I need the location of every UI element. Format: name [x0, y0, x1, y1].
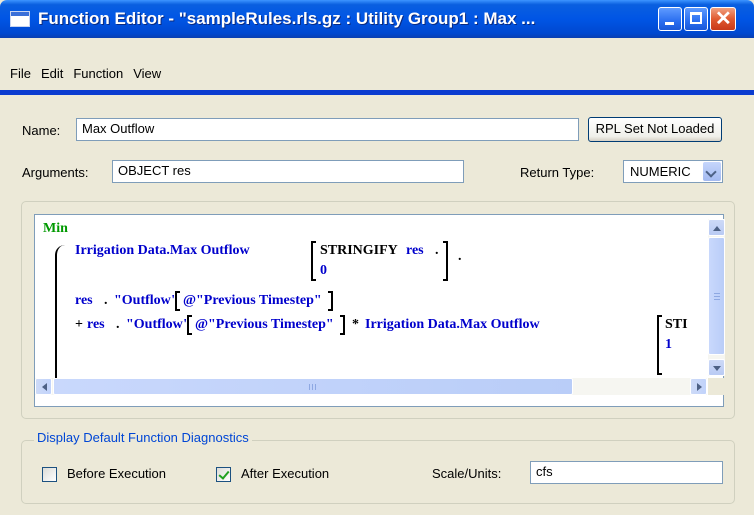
close-button[interactable]: ✕: [710, 7, 736, 31]
code-stringify[interactable]: STRINGIFY: [320, 243, 398, 259]
scrollbar-corner: [708, 378, 725, 395]
grip-line: [714, 296, 720, 297]
app-window-icon: [10, 11, 30, 27]
menu-view[interactable]: View: [127, 66, 167, 81]
maximize-button[interactable]: [684, 7, 708, 31]
chevron-down-icon: [713, 366, 721, 375]
vertical-scroll-thumb[interactable]: [708, 237, 725, 355]
bracket-open: [657, 315, 662, 375]
code-timestep[interactable]: @"Previous Timestep": [195, 317, 334, 333]
horizontal-scrollbar[interactable]: [35, 378, 707, 395]
return-type-select[interactable]: NUMERIC: [623, 160, 723, 183]
close-icon: ✕: [715, 8, 732, 30]
code-stringify-partial[interactable]: STI: [665, 317, 688, 333]
window-title: Function Editor - "sampleRules.rls.gz : …: [38, 9, 536, 28]
rpl-set-button[interactable]: RPL Set Not Loaded: [588, 117, 722, 142]
before-execution-checkbox[interactable]: [42, 467, 57, 482]
chevron-left-icon: [38, 383, 47, 391]
window-border: [0, 511, 754, 515]
code-dot: .: [104, 293, 108, 308]
code-object-slot[interactable]: Irrigation Data.Max Outflow: [365, 317, 540, 333]
chevron-right-icon: [697, 383, 706, 391]
bracket-close: [328, 291, 333, 311]
scroll-down-button[interactable]: [708, 359, 725, 376]
maximize-icon: [690, 12, 702, 24]
minimize-button[interactable]: [658, 7, 682, 31]
name-label: Name:: [22, 123, 61, 138]
scroll-left-button[interactable]: [35, 378, 52, 395]
code-object-slot[interactable]: Irrigation Data.Max Outflow: [75, 243, 250, 259]
before-execution-label[interactable]: Before Execution: [67, 466, 166, 481]
bracket-open: [187, 315, 192, 335]
grip-line: [309, 384, 310, 390]
grip-line: [315, 384, 316, 390]
name-field[interactable]: Max Outflow: [76, 118, 579, 141]
code-dot: .: [116, 317, 120, 332]
chevron-up-icon: [713, 222, 721, 231]
minimize-icon: [665, 22, 674, 25]
min-paren: [55, 245, 65, 395]
menu: File Edit Function View: [4, 66, 167, 81]
checkmark-icon: [218, 468, 230, 480]
return-type-label: Return Type:: [520, 165, 595, 180]
bracket-close: [443, 241, 448, 281]
grip-line: [714, 293, 720, 294]
scale-units-field[interactable]: cfs: [530, 461, 723, 484]
scroll-right-button[interactable]: [690, 378, 707, 395]
code-res[interactable]: res: [406, 243, 424, 259]
arguments-label: Arguments:: [22, 165, 89, 180]
bracket-open: [175, 291, 180, 311]
code-trailing-dot: .: [458, 249, 462, 264]
code-outflow-slot[interactable]: "Outflow": [114, 293, 179, 309]
code-outflow-slot[interactable]: "Outflow": [126, 317, 191, 333]
chevron-down-icon[interactable]: [703, 162, 721, 181]
code-res[interactable]: res: [87, 317, 105, 333]
scale-units-label: Scale/Units:: [432, 466, 502, 481]
vertical-scrollbar[interactable]: [708, 219, 725, 376]
after-execution-checkbox[interactable]: [216, 467, 231, 482]
code-one[interactable]: 1: [665, 337, 672, 353]
code-plus-operator[interactable]: +: [75, 317, 83, 333]
after-execution-label[interactable]: After Execution: [241, 466, 329, 481]
bracket-close: [340, 315, 345, 335]
code-min-keyword[interactable]: Min: [43, 221, 68, 237]
grip-line: [312, 384, 313, 390]
menu-file[interactable]: File: [4, 66, 37, 81]
bracket-open: [311, 241, 316, 281]
horizontal-scroll-thumb[interactable]: [53, 378, 573, 395]
return-type-value: NUMERIC: [630, 164, 691, 179]
menu-edit[interactable]: Edit: [35, 66, 69, 81]
scroll-up-button[interactable]: [708, 219, 725, 236]
code-zero[interactable]: 0: [320, 263, 327, 279]
accent-line: [0, 90, 754, 95]
menu-function[interactable]: Function: [67, 66, 129, 81]
menu-bar: File Edit Function View: [0, 38, 754, 90]
code-multiply-operator[interactable]: *: [352, 317, 359, 333]
code-res[interactable]: res: [75, 293, 93, 309]
title-bar[interactable]: Function Editor - "sampleRules.rls.gz : …: [0, 0, 754, 38]
arguments-field[interactable]: OBJECT res: [112, 160, 464, 183]
code-dot: .: [435, 243, 439, 258]
code-timestep[interactable]: @"Previous Timestep": [183, 293, 322, 309]
diagnostics-legend: Display Default Function Diagnostics: [34, 430, 252, 445]
grip-line: [714, 299, 720, 300]
